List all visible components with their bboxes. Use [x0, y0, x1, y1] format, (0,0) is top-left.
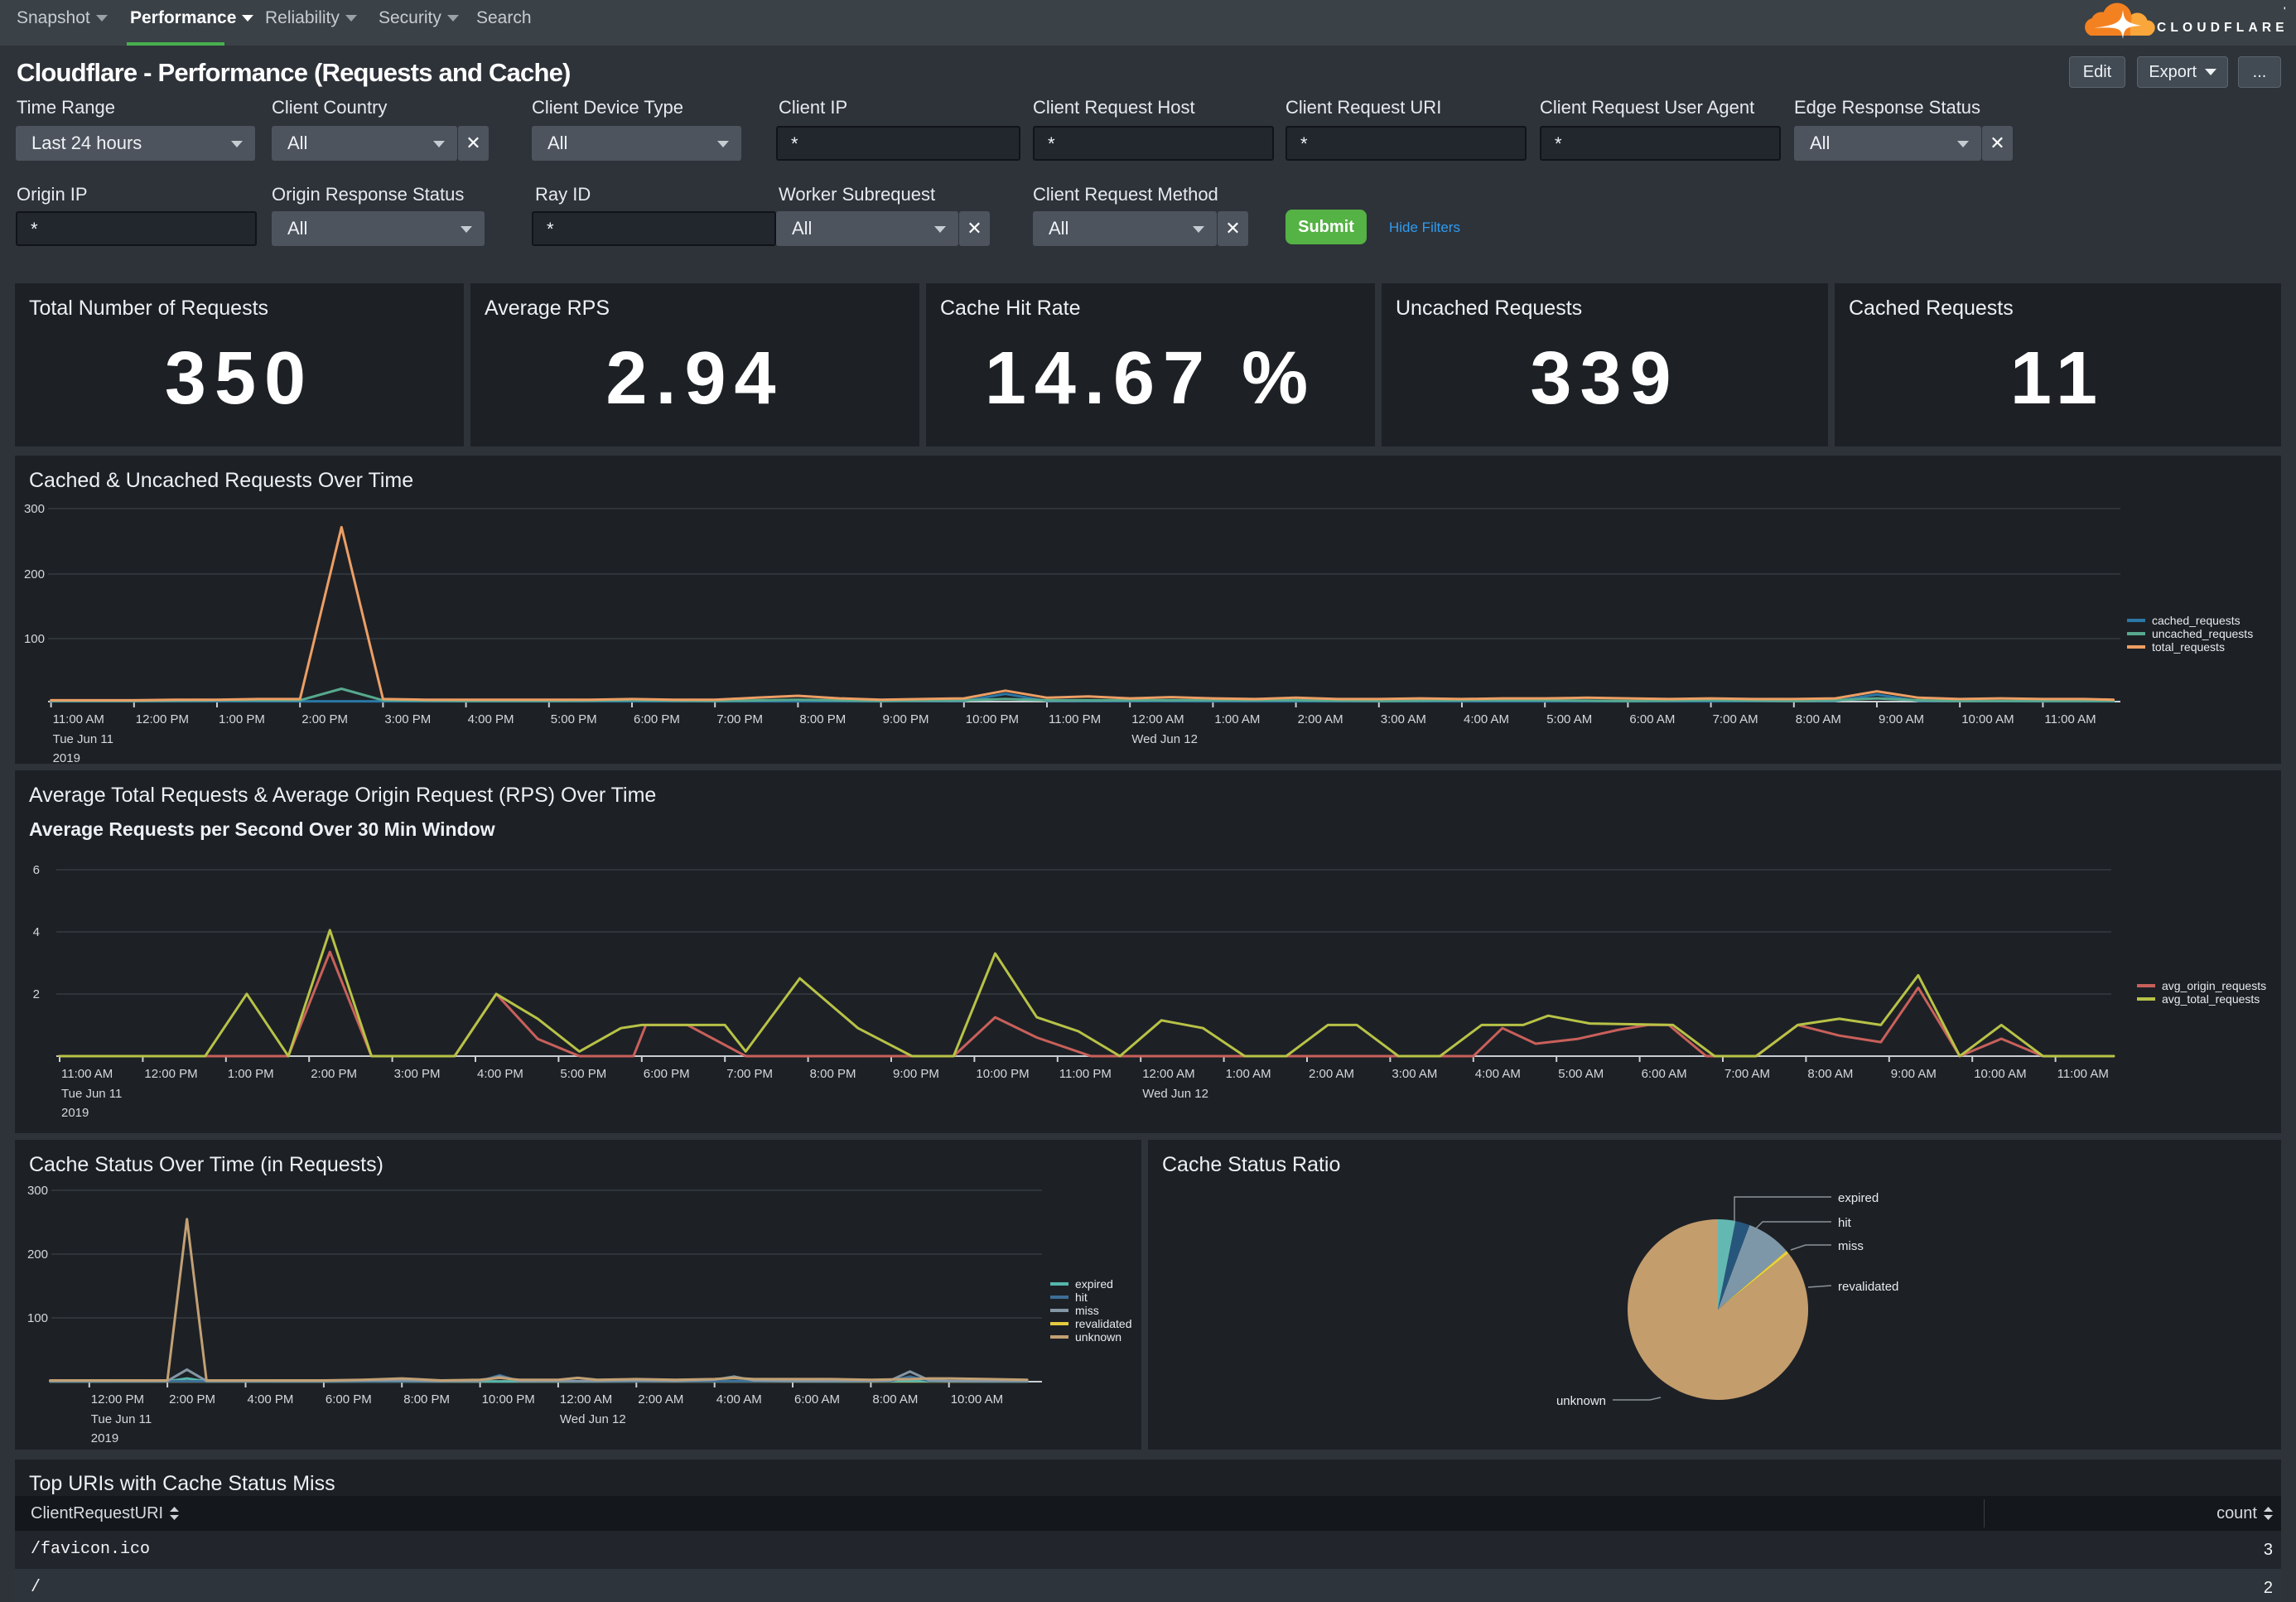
svg-text:11:00 AM: 11:00 AM: [61, 1067, 113, 1081]
svg-text:11:00 PM: 11:00 PM: [1049, 712, 1101, 726]
svg-text:unknown: unknown: [1556, 1394, 1606, 1408]
svg-text:3:00 PM: 3:00 PM: [394, 1067, 441, 1081]
svg-text:2:00 PM: 2:00 PM: [311, 1067, 357, 1081]
svg-text:7:00 PM: 7:00 PM: [716, 712, 763, 726]
svg-text:11:00 AM: 11:00 AM: [2044, 712, 2096, 726]
svg-text:6: 6: [33, 863, 40, 877]
svg-text:': ': [2284, 6, 2286, 16]
svg-text:10:00 PM: 10:00 PM: [976, 1067, 1029, 1081]
svg-text:8:00 PM: 8:00 PM: [403, 1392, 450, 1407]
svg-text:10:00 AM: 10:00 AM: [1961, 712, 2014, 726]
svg-text:9:00 AM: 9:00 AM: [1879, 712, 1924, 726]
svg-text:2:00 AM: 2:00 AM: [1309, 1067, 1354, 1081]
svg-text:2019: 2019: [61, 1106, 89, 1120]
svg-text:3:00 AM: 3:00 AM: [1381, 712, 1426, 726]
svg-text:6:00 AM: 6:00 AM: [1629, 712, 1675, 726]
svg-text:hit: hit: [1838, 1216, 1852, 1230]
svg-text:11:00 AM: 11:00 AM: [53, 712, 104, 726]
svg-text:8:00 AM: 8:00 AM: [872, 1392, 918, 1407]
svg-text:expired: expired: [1075, 1277, 1113, 1291]
svg-text:uncached_requests: uncached_requests: [2152, 627, 2253, 640]
svg-text:hit: hit: [1075, 1291, 1088, 1304]
svg-text:8:00 AM: 8:00 AM: [1796, 712, 1841, 726]
svg-text:4:00 AM: 4:00 AM: [1464, 712, 1509, 726]
svg-text:revalidated: revalidated: [1838, 1280, 1898, 1294]
svg-text:4:00 AM: 4:00 AM: [716, 1392, 762, 1407]
svg-text:100: 100: [27, 1311, 48, 1325]
svg-text:8:00 AM: 8:00 AM: [1807, 1067, 1853, 1081]
svg-text:unknown: unknown: [1075, 1330, 1121, 1344]
svg-text:Wed Jun 12: Wed Jun 12: [560, 1412, 626, 1426]
svg-text:2:00 PM: 2:00 PM: [301, 712, 348, 726]
svg-text:10:00 PM: 10:00 PM: [966, 712, 1019, 726]
svg-text:10:00 AM: 10:00 AM: [951, 1392, 1003, 1407]
svg-text:300: 300: [24, 502, 45, 516]
svg-text:200: 200: [27, 1247, 48, 1262]
svg-text:1:00 PM: 1:00 PM: [228, 1067, 274, 1081]
svg-text:miss: miss: [1838, 1239, 1864, 1253]
svg-text:9:00 PM: 9:00 PM: [893, 1067, 939, 1081]
svg-text:4: 4: [33, 925, 40, 939]
svg-text:revalidated: revalidated: [1075, 1317, 1132, 1330]
svg-text:avg_total_requests: avg_total_requests: [2162, 992, 2260, 1006]
svg-text:5:00 PM: 5:00 PM: [551, 712, 597, 726]
svg-text:2019: 2019: [53, 751, 80, 764]
svg-text:8:00 PM: 8:00 PM: [799, 712, 846, 726]
svg-text:4:00 PM: 4:00 PM: [248, 1392, 294, 1407]
svg-text:Tue Jun 11: Tue Jun 11: [91, 1412, 152, 1426]
svg-text:4:00 PM: 4:00 PM: [477, 1067, 523, 1081]
svg-text:Wed Jun 12: Wed Jun 12: [1131, 732, 1198, 746]
svg-text:Tue Jun 11: Tue Jun 11: [53, 732, 113, 746]
svg-text:4:00 PM: 4:00 PM: [468, 712, 514, 726]
svg-text:12:00 AM: 12:00 AM: [1131, 712, 1184, 726]
svg-text:12:00 PM: 12:00 PM: [91, 1392, 144, 1407]
svg-text:12:00 PM: 12:00 PM: [136, 712, 189, 726]
svg-text:5:00 AM: 5:00 AM: [1546, 712, 1592, 726]
svg-text:6:00 PM: 6:00 PM: [326, 1392, 372, 1407]
svg-text:10:00 AM: 10:00 AM: [1974, 1067, 2026, 1081]
svg-text:3:00 AM: 3:00 AM: [1392, 1067, 1437, 1081]
svg-text:6:00 AM: 6:00 AM: [1642, 1067, 1687, 1081]
svg-text:expired: expired: [1838, 1191, 1879, 1205]
svg-text:1:00 PM: 1:00 PM: [219, 712, 265, 726]
svg-text:4:00 AM: 4:00 AM: [1475, 1067, 1521, 1081]
svg-text:cached_requests: cached_requests: [2152, 614, 2241, 627]
svg-text:3:00 PM: 3:00 PM: [384, 712, 431, 726]
svg-text:10:00 PM: 10:00 PM: [482, 1392, 535, 1407]
svg-text:5:00 PM: 5:00 PM: [560, 1067, 606, 1081]
svg-text:6:00 PM: 6:00 PM: [644, 1067, 690, 1081]
svg-text:9:00 AM: 9:00 AM: [1891, 1067, 1937, 1081]
svg-text:2:00 PM: 2:00 PM: [169, 1392, 215, 1407]
svg-text:2: 2: [33, 987, 40, 1001]
svg-text:7:00 AM: 7:00 AM: [1724, 1067, 1770, 1081]
svg-text:8:00 PM: 8:00 PM: [810, 1067, 856, 1081]
svg-text:7:00 AM: 7:00 AM: [1713, 712, 1758, 726]
svg-text:6:00 PM: 6:00 PM: [634, 712, 680, 726]
svg-text:CLOUDFLARE: CLOUDFLARE: [2157, 21, 2289, 35]
svg-text:12:00 PM: 12:00 PM: [144, 1067, 197, 1081]
svg-text:11:00 AM: 11:00 AM: [2057, 1067, 2109, 1081]
svg-text:5:00 AM: 5:00 AM: [1558, 1067, 1604, 1081]
svg-text:9:00 PM: 9:00 PM: [883, 712, 929, 726]
svg-text:Tue Jun 11: Tue Jun 11: [61, 1087, 122, 1101]
svg-text:2:00 AM: 2:00 AM: [638, 1392, 683, 1407]
svg-text:2:00 AM: 2:00 AM: [1298, 712, 1343, 726]
svg-text:200: 200: [24, 567, 45, 581]
svg-text:miss: miss: [1075, 1304, 1099, 1317]
svg-text:total_requests: total_requests: [2152, 640, 2225, 654]
svg-text:100: 100: [24, 632, 45, 646]
svg-text:1:00 AM: 1:00 AM: [1214, 712, 1260, 726]
svg-text:11:00 PM: 11:00 PM: [1059, 1067, 1112, 1081]
svg-text:6:00 AM: 6:00 AM: [794, 1392, 840, 1407]
svg-text:7:00 PM: 7:00 PM: [726, 1067, 773, 1081]
svg-text:avg_origin_requests: avg_origin_requests: [2162, 979, 2266, 992]
svg-text:12:00 AM: 12:00 AM: [1142, 1067, 1194, 1081]
svg-text:1:00 AM: 1:00 AM: [1226, 1067, 1271, 1081]
svg-text:2019: 2019: [91, 1431, 118, 1445]
svg-text:Wed Jun 12: Wed Jun 12: [1142, 1087, 1208, 1101]
svg-text:300: 300: [27, 1184, 48, 1198]
svg-text:12:00 AM: 12:00 AM: [560, 1392, 612, 1407]
